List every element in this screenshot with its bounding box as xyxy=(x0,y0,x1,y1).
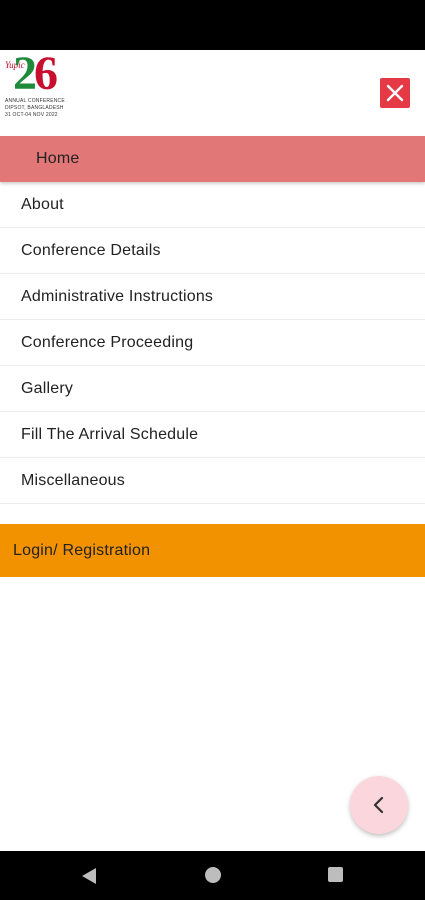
menu-item-administrative-instructions[interactable]: Administrative Instructions xyxy=(0,274,425,320)
menu-item-conference-proceeding[interactable]: Conference Proceeding xyxy=(0,320,425,366)
logo-line-3: 31 OCT-04 NOV 2022 xyxy=(5,112,58,118)
header: Yupic 26 ANNUAL CONFERENCE DIPSOT, BANGL… xyxy=(0,50,425,136)
menu-item-gallery[interactable]: Gallery xyxy=(0,366,425,412)
status-bar xyxy=(0,0,425,50)
recent-apps-icon[interactable] xyxy=(328,867,343,882)
side-menu: Home About Conference Details Administra… xyxy=(0,136,425,504)
logo-line-1: ANNUAL CONFERENCE xyxy=(5,98,65,104)
system-nav-bar xyxy=(0,851,425,900)
login-registration-button[interactable]: Login/ Registration xyxy=(0,524,425,577)
logo-number-main: 2 xyxy=(13,47,37,100)
menu-item-miscellaneous[interactable]: Miscellaneous xyxy=(0,458,425,504)
logo-number-accent: 6 xyxy=(34,47,58,100)
menu-item-about[interactable]: About xyxy=(0,182,425,228)
close-icon xyxy=(386,84,404,102)
logo-number: 26 xyxy=(13,50,58,98)
conference-logo: Yupic 26 ANNUAL CONFERENCE DIPSOT, BANGL… xyxy=(5,50,71,120)
chevron-left-icon xyxy=(373,796,384,814)
back-icon[interactable] xyxy=(80,866,98,886)
home-icon[interactable] xyxy=(205,867,221,883)
back-fab-button[interactable] xyxy=(350,776,408,834)
menu-item-home[interactable]: Home xyxy=(0,136,425,182)
close-menu-button[interactable] xyxy=(380,78,410,108)
menu-item-fill-arrival-schedule[interactable]: Fill The Arrival Schedule xyxy=(0,412,425,458)
menu-item-conference-details[interactable]: Conference Details xyxy=(0,228,425,274)
logo-line-2: DIPSOT, BANGLADESH xyxy=(5,105,64,111)
